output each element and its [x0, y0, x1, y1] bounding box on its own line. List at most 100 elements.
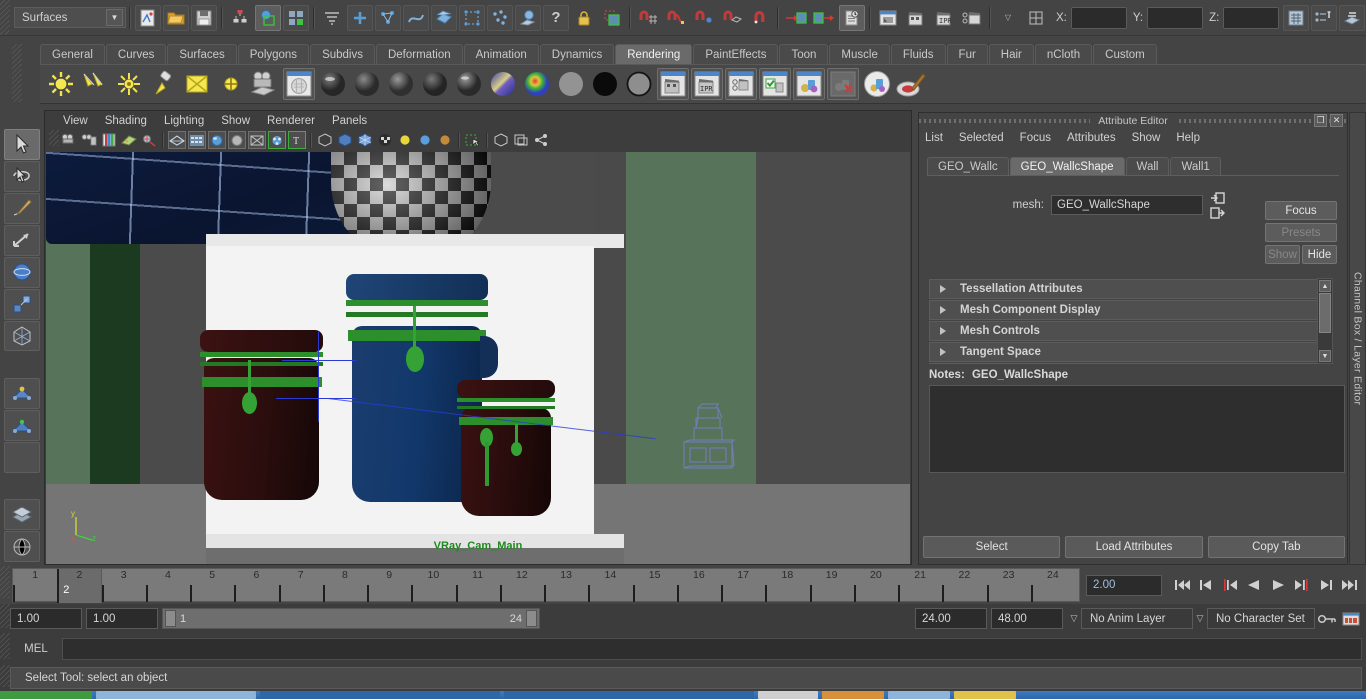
layered-shader-icon[interactable]: [487, 68, 519, 100]
show-channel-box-icon[interactable]: [1283, 4, 1309, 31]
section-tangent-space[interactable]: Tangent Space: [929, 342, 1325, 362]
shelf-tab-curves[interactable]: Curves: [105, 44, 167, 64]
range-slider-bar[interactable]: 1 24: [162, 608, 540, 629]
status-line-grip[interactable]: [0, 0, 10, 35]
resolution-gate-icon[interactable]: [512, 131, 530, 149]
taskbar-window-2[interactable]: [260, 691, 500, 699]
select-curves-icon[interactable]: [403, 4, 429, 31]
x-coordinate-field[interactable]: [1070, 6, 1127, 29]
hide-button[interactable]: Hide: [1302, 245, 1337, 264]
shaded-textured-icon[interactable]: [208, 131, 226, 149]
section-smooth-mesh[interactable]: Smooth Mesh: [929, 363, 1325, 364]
chevron-down-icon[interactable]: ▼: [106, 9, 123, 26]
select-button[interactable]: Select: [923, 536, 1061, 558]
viewport-menu-lighting[interactable]: Lighting: [164, 115, 204, 127]
animation-start-time-field[interactable]: 1.00: [10, 608, 82, 629]
attribute-sections-scrollbar[interactable]: ▲ ▼: [1317, 278, 1333, 364]
character-set-chevron-down-icon[interactable]: ▽: [1193, 608, 1207, 629]
command-line-grip[interactable]: [0, 633, 10, 659]
shelf-tab-dynamics[interactable]: Dynamics: [539, 44, 615, 64]
viewport-menu-show[interactable]: Show: [221, 115, 250, 127]
shelf-tab-fur[interactable]: Fur: [946, 44, 988, 64]
time-slider-grip[interactable]: [0, 566, 10, 598]
show-attribute-editor-icon[interactable]: [1311, 4, 1337, 31]
snap-to-curve-icon[interactable]: [663, 5, 689, 31]
snap-to-grid-icon[interactable]: [635, 5, 661, 31]
animation-end-time-field[interactable]: 48.00: [991, 608, 1063, 629]
surface-shader-icon[interactable]: [555, 68, 587, 100]
render-settings-icon[interactable]: [725, 68, 757, 100]
select-rendering-icon[interactable]: [515, 4, 541, 31]
taskbar-window-5[interactable]: [822, 691, 884, 699]
wireframe-icon[interactable]: [168, 131, 186, 149]
snap-to-projected-center-icon[interactable]: [719, 5, 745, 31]
show-text-icon[interactable]: T: [288, 131, 306, 149]
new-scene-icon[interactable]: [135, 4, 161, 31]
output-connection-icon[interactable]: [1210, 206, 1225, 219]
snap-to-view-plane-icon[interactable]: [747, 5, 773, 31]
select-by-hierarchy-icon[interactable]: [227, 5, 253, 31]
anim-layer-chevron-down-icon[interactable]: ▽: [1067, 608, 1081, 629]
ae-menu-show[interactable]: Show: [1132, 132, 1161, 144]
section-mesh-controls[interactable]: Mesh Controls: [929, 321, 1325, 341]
smooth-shade-icon[interactable]: [188, 131, 206, 149]
shelf-tab-painteffects[interactable]: PaintEffects: [693, 44, 779, 64]
shelf-tab-fluids[interactable]: Fluids: [890, 44, 946, 64]
scroll-up-icon[interactable]: ▲: [1319, 280, 1331, 292]
shelf-tab-animation[interactable]: Animation: [463, 44, 539, 64]
highlight-selection-icon[interactable]: [599, 5, 625, 31]
last-tool-used[interactable]: [4, 441, 40, 473]
isolate-select-icon[interactable]: [316, 131, 334, 149]
display-wireframe-shaded-icon[interactable]: [356, 131, 374, 149]
ramp-shader-icon[interactable]: [521, 68, 553, 100]
auto-key-icon[interactable]: [1316, 607, 1338, 631]
step-forward-frame-icon[interactable]: [1291, 573, 1313, 597]
area-light-icon[interactable]: [181, 68, 213, 100]
render-globals-icon[interactable]: [861, 68, 893, 100]
taskbar-window-4[interactable]: [758, 691, 818, 699]
quick-layout-single-icon[interactable]: [4, 499, 40, 531]
attribute-sections-list[interactable]: Tessellation Attributes Mesh Component D…: [929, 279, 1325, 364]
command-input[interactable]: [62, 638, 1362, 660]
focus-button[interactable]: Focus: [1265, 201, 1337, 220]
viewport-menu-renderer[interactable]: Renderer: [267, 115, 315, 127]
ae-menu-attributes[interactable]: Attributes: [1067, 132, 1116, 144]
save-scene-icon[interactable]: [191, 4, 217, 31]
blinn-material-icon[interactable]: [317, 68, 349, 100]
shelf-tab-muscle[interactable]: Muscle: [829, 44, 890, 64]
render-view-icon[interactable]: [657, 68, 689, 100]
volume-light-icon[interactable]: [215, 68, 247, 100]
taskbar-window-3[interactable]: [504, 691, 754, 699]
step-back-frame-icon[interactable]: [1219, 573, 1241, 597]
lambert-material-icon[interactable]: [351, 68, 383, 100]
selection-mask-component-icon[interactable]: [283, 4, 309, 31]
go-to-end-icon[interactable]: [1339, 573, 1361, 597]
light-blue-icon[interactable]: [416, 131, 434, 149]
shelf-tab-toon[interactable]: Toon: [779, 44, 829, 64]
spot-light-icon[interactable]: [147, 68, 179, 100]
shelf-tab-polygons[interactable]: Polygons: [237, 44, 310, 64]
ambient-light-icon[interactable]: [45, 68, 77, 100]
snap-to-point-icon[interactable]: [691, 5, 717, 31]
viewport-menu-panels[interactable]: Panels: [332, 115, 367, 127]
directional-light-icon[interactable]: [79, 68, 111, 100]
start-button[interactable]: [0, 691, 92, 699]
ae-menu-focus[interactable]: Focus: [1020, 132, 1051, 144]
show-manipulator-tool[interactable]: [4, 409, 40, 441]
playback-start-time-field[interactable]: 1.00: [86, 608, 158, 629]
ipr-render-icon[interactable]: IPR: [691, 68, 723, 100]
two-d-pan-zoom-icon[interactable]: [140, 131, 158, 149]
viewport-menu-view[interactable]: View: [63, 115, 88, 127]
time-slider-track[interactable]: 2 1 2 3 4 5 6 7 8 9 10 11 12 13 14 15 16 17 18 19 20 21 22 23 2…: [12, 568, 1080, 603]
restore-icon[interactable]: ❐: [1314, 114, 1327, 127]
quick-layout-persp-icon[interactable]: [4, 531, 40, 563]
shading-map-icon[interactable]: [623, 68, 655, 100]
construction-history-toggle-icon[interactable]: [839, 4, 865, 31]
viewport-3d[interactable]: y x z VRay_Cam_Main: [46, 152, 910, 564]
render-current-frame-icon[interactable]: [903, 5, 929, 31]
step-forward-keyframe-icon[interactable]: [1315, 573, 1337, 597]
selection-mask-menu-icon[interactable]: [319, 5, 345, 31]
batch-render-icon[interactable]: [793, 68, 825, 100]
select-by-object-type-icon[interactable]: [347, 4, 373, 31]
mesh-name-field[interactable]: GEO_WallcShape: [1051, 195, 1203, 215]
